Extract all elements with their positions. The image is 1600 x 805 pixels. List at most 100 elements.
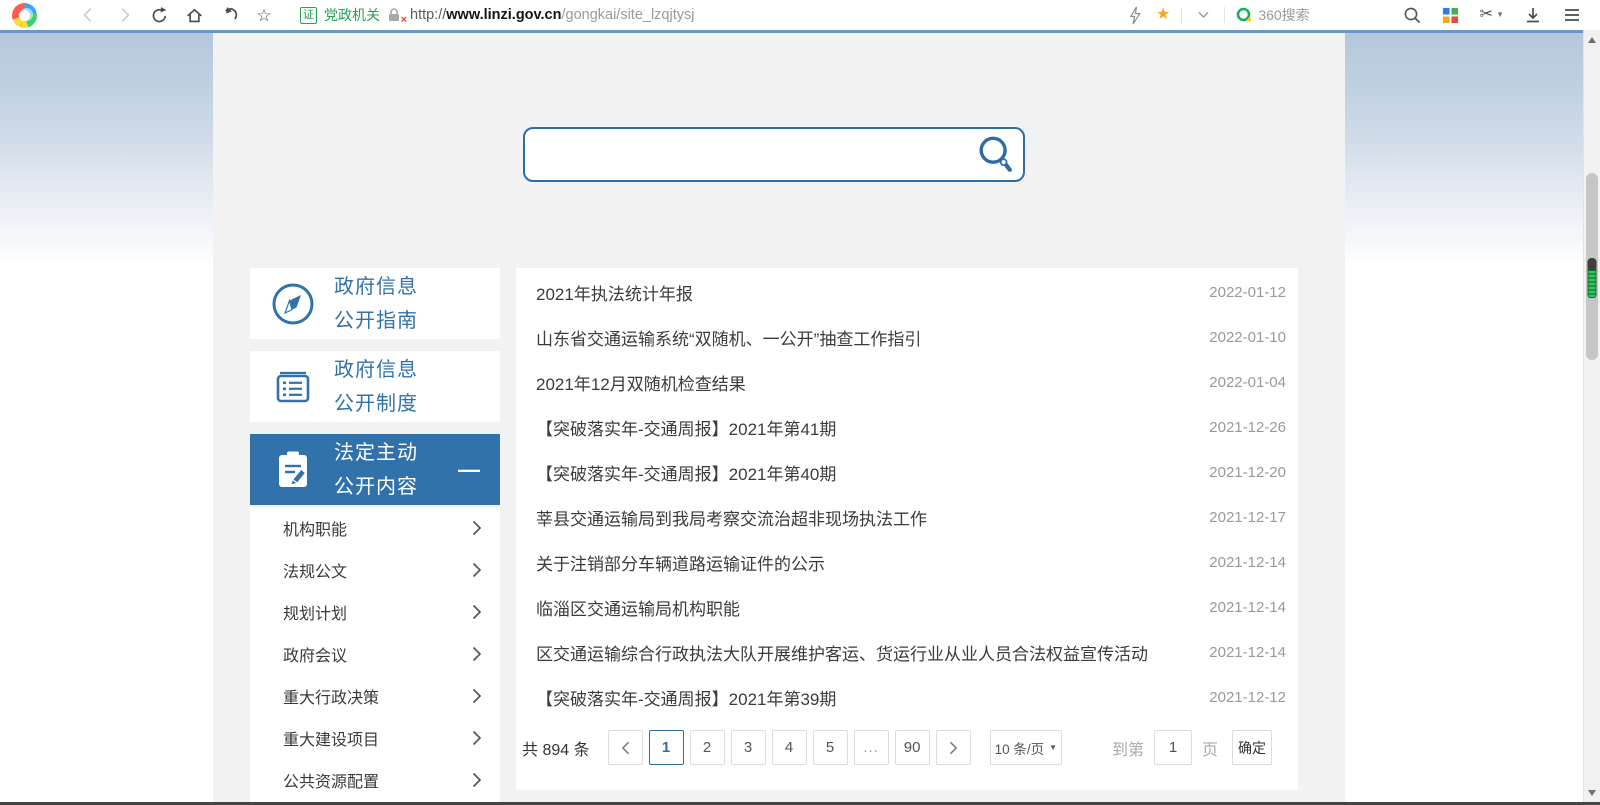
compass-icon: [272, 283, 314, 324]
menu-hamburger-icon[interactable]: [1562, 5, 1582, 25]
page-button-5[interactable]: 5: [812, 730, 848, 765]
menu-item-label: 政府会议: [283, 648, 348, 665]
browser-toolbar: ✂ ▼: [1402, 5, 1582, 25]
sidebar-menu-item[interactable]: 重大行政决策: [250, 675, 500, 717]
url-text[interactable]: http://www.linzi.gov.cn/gongkai/site_lzq…: [410, 7, 694, 23]
360-search-icon: [1237, 7, 1252, 22]
bookmark-star-icon[interactable]: ☆: [254, 5, 274, 25]
lightning-icon[interactable]: [1125, 5, 1145, 25]
sidebar-menu-item[interactable]: 公共资源配置: [250, 759, 500, 801]
browser-logo-icon[interactable]: [12, 2, 37, 28]
screenshot-scissors-icon[interactable]: ✂ ▼: [1480, 7, 1504, 23]
scrollbar-green-grip[interactable]: [1587, 258, 1597, 298]
back-icon[interactable]: [79, 5, 99, 25]
list-item-title[interactable]: 2021年执法统计年报: [536, 280, 693, 305]
page-button-3[interactable]: 3: [730, 730, 766, 765]
total-count-label: 共 894 条: [522, 741, 590, 759]
page-button-90[interactable]: 90: [894, 730, 930, 765]
site-type-label[interactable]: 党政机关: [324, 5, 380, 25]
collapse-minus-icon[interactable]: —: [458, 457, 480, 483]
list-item[interactable]: 莘县交通运输局到我局考察交流治超非现场执法工作 2021-12-17: [516, 495, 1298, 540]
list-item-date: 2021-12-17: [1209, 509, 1286, 526]
list-item-title[interactable]: 临淄区交通运输局机构职能: [536, 595, 740, 620]
list-item[interactable]: 区交通运输综合行政执法大队开展维护客运、货运行业从业人员合法权益宣传活动 202…: [516, 630, 1298, 675]
chevron-right-icon: [472, 646, 482, 662]
clipboard-pencil-icon: [279, 451, 307, 487]
list-item[interactable]: 临淄区交通运输局机构职能 2021-12-14: [516, 585, 1298, 630]
chevron-down-icon[interactable]: [1193, 5, 1213, 25]
list-item-title[interactable]: 山东省交通运输系统“双随机、一公开”抽查工作指引: [536, 325, 921, 350]
site-search-box: [523, 127, 1025, 182]
goto-page-group: 到第 页 确定: [1112, 730, 1272, 765]
sidebar-card-guide[interactable]: 政府信息 公开指南: [250, 268, 500, 339]
list-item-date: 2021-12-26: [1209, 419, 1286, 436]
sidebar: 政府信息 公开指南 政府信息 公开制度 法定主动 公开内容 — 机构职能 法规公…: [250, 268, 500, 805]
sidebar-card-system[interactable]: 政府信息 公开制度: [250, 351, 500, 422]
list-item-title[interactable]: 【突破落实年-交通周报】2021年第39期: [536, 685, 836, 710]
undo-icon[interactable]: [219, 5, 239, 25]
goto-page-input[interactable]: [1153, 730, 1192, 765]
browser-window: ☆ 证 党政机关 × http://www.linzi.gov.cn/gongk…: [0, 0, 1600, 805]
list-item-title[interactable]: 区交通运输综合行政执法大队开展维护客运、货运行业从业人员合法权益宣传活动: [536, 640, 1148, 665]
list-item[interactable]: 2021年12月双随机检查结果 2022-01-04: [516, 360, 1298, 405]
chevron-left-icon: [621, 741, 629, 754]
forward-icon[interactable]: [114, 5, 134, 25]
prev-page-button[interactable]: [607, 730, 643, 765]
list-item[interactable]: 【突破落实年-交通周报】2021年第40期 2021-12-20: [516, 450, 1298, 495]
menu-item-label: 机构职能: [283, 522, 348, 539]
page-button-4[interactable]: 4: [771, 730, 807, 765]
chevron-right-icon: [472, 520, 482, 536]
home-icon[interactable]: [184, 5, 204, 25]
page-size-value: 10 条/页: [994, 741, 1045, 757]
list-item-title[interactable]: 【突破落实年-交通周报】2021年第40期: [536, 460, 836, 485]
search-engine-selector[interactable]: 360搜索: [1236, 5, 1310, 25]
page-size-select[interactable]: 10 条/页 ▼: [989, 730, 1063, 765]
sidebar-menu-item[interactable]: 重大建设项目: [250, 717, 500, 759]
dropdown-arrow-icon: ▼: [1049, 743, 1058, 752]
scroll-down-arrow-icon[interactable]: [1588, 790, 1596, 796]
sidebar-card-statutory-disclosure[interactable]: 法定主动 公开内容 —: [250, 434, 500, 505]
list-item[interactable]: 【突破落实年-交通周报】2021年第41期 2021-12-26: [516, 405, 1298, 450]
sidebar-card-label: 政府信息 公开制度: [334, 358, 418, 415]
menu-item-label: 规划计划: [283, 606, 348, 623]
list-item-title[interactable]: 【突破落实年-交通周报】2021年第41期: [536, 415, 836, 440]
chevron-right-icon: [472, 604, 482, 620]
refresh-icon[interactable]: [149, 5, 169, 25]
list-item[interactable]: 【突破落实年-交通周报】2021年第39期 2021-12-12: [516, 675, 1298, 720]
scroll-up-arrow-icon[interactable]: [1588, 37, 1596, 43]
search-icon[interactable]: [1402, 5, 1422, 25]
address-bar-controls: ★ 360搜索: [1125, 5, 1310, 25]
apps-grid-icon[interactable]: [1441, 5, 1461, 25]
sidebar-menu-item[interactable]: 法规公文: [250, 549, 500, 591]
list-item-date: 2022-01-10: [1209, 329, 1286, 346]
list-item[interactable]: 山东省交通运输系统“双随机、一公开”抽查工作指引 2022-01-10: [516, 315, 1298, 360]
chevron-right-icon: [472, 688, 482, 704]
sidebar-menu-item[interactable]: 机构职能: [250, 507, 500, 549]
chevron-right-icon: [472, 562, 482, 578]
page-button-2[interactable]: 2: [689, 730, 725, 765]
download-icon[interactable]: [1523, 5, 1543, 25]
vertical-scrollbar[interactable]: [1583, 30, 1600, 805]
page-button-1[interactable]: 1: [648, 730, 684, 765]
address-bar[interactable]: 证 党政机关 × http://www.linzi.gov.cn/gongkai…: [300, 5, 1115, 26]
list-item[interactable]: 2021年执法统计年报 2022-01-12: [516, 270, 1298, 315]
search-input[interactable]: [525, 129, 969, 180]
search-submit-icon[interactable]: [969, 129, 1023, 180]
sidebar-menu-item[interactable]: 规划计划: [250, 591, 500, 633]
insecure-lock-icon: ×: [387, 7, 407, 26]
list-item[interactable]: 关于注销部分车辆道路运输证件的公示 2021-12-14: [516, 540, 1298, 585]
sidebar-card-label: 法定主动 公开内容: [334, 441, 418, 498]
menu-item-label: 公共资源配置: [283, 774, 380, 791]
confirm-button[interactable]: 确定: [1232, 730, 1272, 765]
page-ellipsis-button[interactable]: ...: [853, 730, 889, 765]
list-item-title[interactable]: 关于注销部分车辆道路运输证件的公示: [536, 550, 825, 575]
scrollbar-thumb[interactable]: [1586, 173, 1598, 360]
next-page-button[interactable]: [935, 730, 971, 765]
bookmarked-star-icon[interactable]: ★: [1156, 7, 1170, 23]
list-item-title[interactable]: 莘县交通运输局到我局考察交流治超非现场执法工作: [536, 505, 927, 530]
sidebar-menu-item[interactable]: 政府会议: [250, 633, 500, 675]
list-item-title[interactable]: 2021年12月双随机检查结果: [536, 370, 746, 395]
pagination: 共 894 条 1 2 3 4 5 ... 90 10 条/页 ▼ 到第 1 页…: [516, 730, 1298, 765]
divider: [1181, 7, 1183, 23]
site-verified-badge[interactable]: 证: [300, 6, 317, 24]
